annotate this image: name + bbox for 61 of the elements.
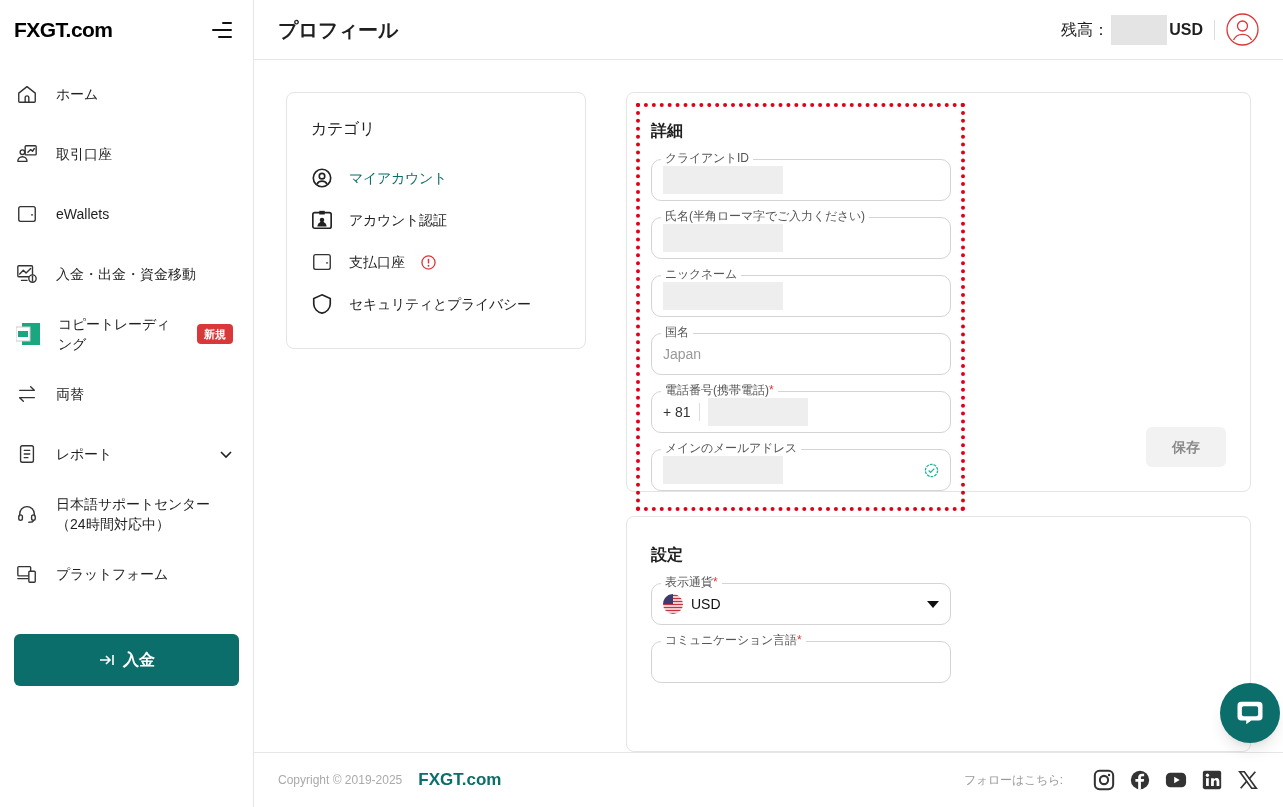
panel-title: 設定	[651, 545, 684, 565]
sidebar-item[interactable]: コピートレーディング 新規	[0, 304, 253, 364]
field-label: 氏名(半角ローマ字でご入力ください)	[661, 208, 869, 224]
sidebar-item[interactable]: レポート	[0, 424, 253, 484]
deposit-button[interactable]: 入金	[14, 634, 239, 686]
currency-label: USD	[1169, 19, 1203, 40]
linkedin-icon	[1201, 769, 1223, 791]
sidebar-item[interactable]: プラットフォーム	[0, 544, 253, 604]
redacted-value	[1111, 14, 1168, 45]
brand-link[interactable]: FXGT.com	[418, 767, 964, 793]
menu-button[interactable]	[211, 20, 233, 40]
panel-title: カテゴリ	[311, 119, 376, 139]
balance-label: 残高：	[1061, 19, 1110, 40]
instagram-icon	[1093, 769, 1115, 791]
wallet-icon	[311, 251, 333, 273]
social-link[interactable]	[1237, 769, 1259, 791]
field-value: Japan	[663, 344, 703, 364]
field-label: コミュニケーション言語*	[661, 632, 806, 648]
page-title: プロフィール	[278, 17, 400, 43]
sidebar-item[interactable]: eWallets	[0, 184, 253, 244]
ct-logo-icon	[16, 323, 40, 345]
social-link[interactable]	[1201, 769, 1223, 791]
x-logo-icon	[1237, 769, 1259, 791]
phone-prefix: + 81	[663, 402, 691, 422]
sidebar-item[interactable]: 入金・出金・資金移動	[0, 244, 253, 304]
follow-label: フォローはこちら:	[963, 772, 1063, 789]
social-link[interactable]	[1129, 769, 1151, 791]
sidebar-item[interactable]: 両替	[0, 364, 253, 424]
id-card-icon	[311, 209, 333, 231]
field-label: 電話番号(携帯電話)*	[661, 382, 778, 398]
facebook-icon	[1129, 769, 1151, 791]
field-label: メインのメールアドレス	[661, 440, 801, 456]
category-item[interactable]: アカウント認証	[311, 199, 561, 241]
logo[interactable]: FXGT.com	[14, 14, 113, 46]
field-label: ニックネーム	[661, 266, 741, 282]
person-chart-icon	[16, 143, 38, 165]
wallet-icon	[16, 203, 38, 225]
category-item[interactable]: セキュリティとプライバシー	[311, 283, 561, 325]
category-item[interactable]: マイアカウント	[311, 157, 561, 199]
social-link[interactable]	[1093, 769, 1115, 791]
sidebar-item[interactable]: ホーム	[0, 64, 253, 124]
headset-icon	[16, 503, 38, 525]
sidebar-item[interactable]: 取引口座	[0, 124, 253, 184]
copyright-text: Copyright © 2019-2025	[278, 772, 403, 789]
panel-title: 詳細	[651, 121, 684, 141]
menu-icon	[211, 20, 233, 40]
sidebar-item[interactable]: 日本語サポートセンター（24時間対応中）	[0, 484, 253, 544]
field-value: USD	[691, 594, 722, 614]
user-circle-icon	[311, 167, 333, 189]
home-icon	[16, 83, 38, 105]
field-label: 国名	[661, 324, 693, 340]
field-label: クライアントID	[661, 150, 753, 166]
field-label: 表示通貨*	[661, 574, 722, 590]
new-badge: 新規	[197, 323, 233, 345]
devices-icon	[16, 563, 38, 585]
login-arrow-icon	[98, 654, 115, 666]
user-avatar-icon	[1226, 13, 1259, 46]
profile-button[interactable]	[1226, 13, 1259, 46]
shield-icon	[311, 293, 333, 315]
category-item[interactable]: 支払口座	[311, 241, 561, 283]
arrows-icon	[16, 383, 38, 405]
